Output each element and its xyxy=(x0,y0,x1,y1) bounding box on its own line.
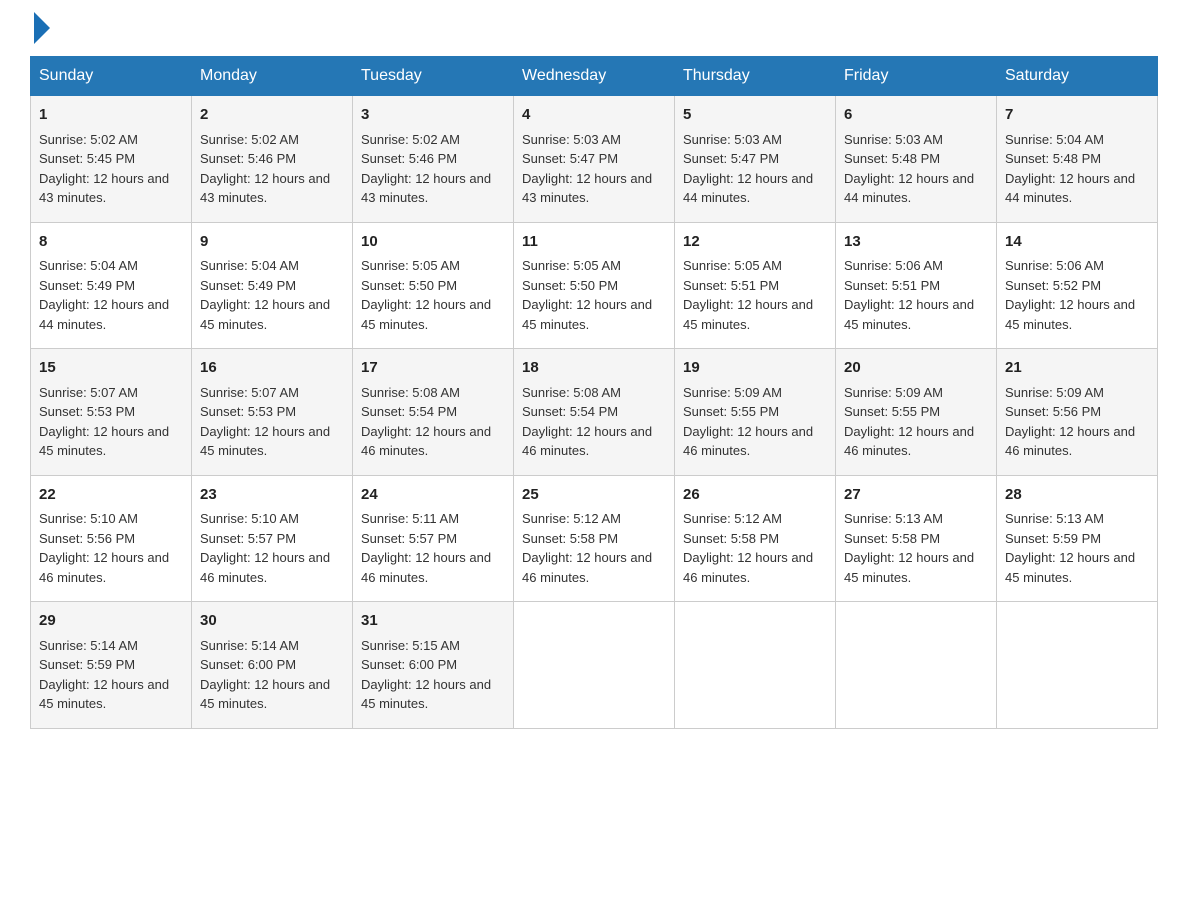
calendar-day-cell: 20Sunrise: 5:09 AMSunset: 5:55 PMDayligh… xyxy=(836,349,997,476)
day-number: 12 xyxy=(683,231,827,254)
day-number: 1 xyxy=(39,104,183,127)
day-number: 17 xyxy=(361,357,505,380)
calendar-day-cell: 13Sunrise: 5:06 AMSunset: 5:51 PMDayligh… xyxy=(836,222,997,349)
day-number: 16 xyxy=(200,357,344,380)
calendar-day-cell: 15Sunrise: 5:07 AMSunset: 5:53 PMDayligh… xyxy=(31,349,192,476)
day-number: 3 xyxy=(361,104,505,127)
day-number: 10 xyxy=(361,231,505,254)
day-number: 26 xyxy=(683,484,827,507)
day-number: 15 xyxy=(39,357,183,380)
day-number: 2 xyxy=(200,104,344,127)
day-number: 8 xyxy=(39,231,183,254)
calendar-header-sunday: Sunday xyxy=(31,57,192,96)
calendar-day-cell: 3Sunrise: 5:02 AMSunset: 5:46 PMDaylight… xyxy=(353,96,514,223)
logo xyxy=(30,20,50,36)
day-number: 24 xyxy=(361,484,505,507)
day-number: 28 xyxy=(1005,484,1149,507)
calendar-day-cell: 25Sunrise: 5:12 AMSunset: 5:58 PMDayligh… xyxy=(514,475,675,602)
calendar-day-cell: 4Sunrise: 5:03 AMSunset: 5:47 PMDaylight… xyxy=(514,96,675,223)
calendar-day-cell: 16Sunrise: 5:07 AMSunset: 5:53 PMDayligh… xyxy=(192,349,353,476)
calendar-day-cell: 2Sunrise: 5:02 AMSunset: 5:46 PMDaylight… xyxy=(192,96,353,223)
calendar-day-cell xyxy=(997,602,1158,729)
calendar-header-wednesday: Wednesday xyxy=(514,57,675,96)
calendar-week-row: 29Sunrise: 5:14 AMSunset: 5:59 PMDayligh… xyxy=(31,602,1158,729)
logo-arrow-icon xyxy=(34,12,50,44)
calendar-day-cell: 1Sunrise: 5:02 AMSunset: 5:45 PMDaylight… xyxy=(31,96,192,223)
calendar-day-cell: 9Sunrise: 5:04 AMSunset: 5:49 PMDaylight… xyxy=(192,222,353,349)
calendar-day-cell: 26Sunrise: 5:12 AMSunset: 5:58 PMDayligh… xyxy=(675,475,836,602)
calendar-day-cell: 10Sunrise: 5:05 AMSunset: 5:50 PMDayligh… xyxy=(353,222,514,349)
day-number: 29 xyxy=(39,610,183,633)
day-number: 25 xyxy=(522,484,666,507)
calendar-day-cell: 17Sunrise: 5:08 AMSunset: 5:54 PMDayligh… xyxy=(353,349,514,476)
calendar-table: SundayMondayTuesdayWednesdayThursdayFrid… xyxy=(30,56,1158,729)
calendar-day-cell xyxy=(675,602,836,729)
calendar-header-monday: Monday xyxy=(192,57,353,96)
calendar-header-saturday: Saturday xyxy=(997,57,1158,96)
calendar-day-cell: 29Sunrise: 5:14 AMSunset: 5:59 PMDayligh… xyxy=(31,602,192,729)
day-number: 27 xyxy=(844,484,988,507)
day-number: 20 xyxy=(844,357,988,380)
calendar-header-friday: Friday xyxy=(836,57,997,96)
day-number: 4 xyxy=(522,104,666,127)
calendar-header-tuesday: Tuesday xyxy=(353,57,514,96)
page-header xyxy=(30,20,1158,36)
day-number: 9 xyxy=(200,231,344,254)
calendar-day-cell: 23Sunrise: 5:10 AMSunset: 5:57 PMDayligh… xyxy=(192,475,353,602)
calendar-day-cell: 19Sunrise: 5:09 AMSunset: 5:55 PMDayligh… xyxy=(675,349,836,476)
calendar-day-cell: 7Sunrise: 5:04 AMSunset: 5:48 PMDaylight… xyxy=(997,96,1158,223)
calendar-day-cell: 8Sunrise: 5:04 AMSunset: 5:49 PMDaylight… xyxy=(31,222,192,349)
calendar-week-row: 1Sunrise: 5:02 AMSunset: 5:45 PMDaylight… xyxy=(31,96,1158,223)
calendar-day-cell: 22Sunrise: 5:10 AMSunset: 5:56 PMDayligh… xyxy=(31,475,192,602)
calendar-week-row: 22Sunrise: 5:10 AMSunset: 5:56 PMDayligh… xyxy=(31,475,1158,602)
day-number: 11 xyxy=(522,231,666,254)
calendar-day-cell: 21Sunrise: 5:09 AMSunset: 5:56 PMDayligh… xyxy=(997,349,1158,476)
calendar-day-cell: 14Sunrise: 5:06 AMSunset: 5:52 PMDayligh… xyxy=(997,222,1158,349)
day-number: 6 xyxy=(844,104,988,127)
calendar-week-row: 8Sunrise: 5:04 AMSunset: 5:49 PMDaylight… xyxy=(31,222,1158,349)
day-number: 13 xyxy=(844,231,988,254)
day-number: 5 xyxy=(683,104,827,127)
day-number: 7 xyxy=(1005,104,1149,127)
calendar-week-row: 15Sunrise: 5:07 AMSunset: 5:53 PMDayligh… xyxy=(31,349,1158,476)
calendar-day-cell: 5Sunrise: 5:03 AMSunset: 5:47 PMDaylight… xyxy=(675,96,836,223)
calendar-day-cell: 30Sunrise: 5:14 AMSunset: 6:00 PMDayligh… xyxy=(192,602,353,729)
calendar-day-cell: 24Sunrise: 5:11 AMSunset: 5:57 PMDayligh… xyxy=(353,475,514,602)
calendar-day-cell xyxy=(514,602,675,729)
calendar-day-cell: 6Sunrise: 5:03 AMSunset: 5:48 PMDaylight… xyxy=(836,96,997,223)
calendar-day-cell: 27Sunrise: 5:13 AMSunset: 5:58 PMDayligh… xyxy=(836,475,997,602)
day-number: 19 xyxy=(683,357,827,380)
day-number: 14 xyxy=(1005,231,1149,254)
day-number: 18 xyxy=(522,357,666,380)
calendar-day-cell: 12Sunrise: 5:05 AMSunset: 5:51 PMDayligh… xyxy=(675,222,836,349)
calendar-header-thursday: Thursday xyxy=(675,57,836,96)
day-number: 21 xyxy=(1005,357,1149,380)
day-number: 31 xyxy=(361,610,505,633)
calendar-day-cell: 31Sunrise: 5:15 AMSunset: 6:00 PMDayligh… xyxy=(353,602,514,729)
calendar-day-cell: 11Sunrise: 5:05 AMSunset: 5:50 PMDayligh… xyxy=(514,222,675,349)
calendar-day-cell xyxy=(836,602,997,729)
calendar-day-cell: 28Sunrise: 5:13 AMSunset: 5:59 PMDayligh… xyxy=(997,475,1158,602)
day-number: 30 xyxy=(200,610,344,633)
calendar-header-row: SundayMondayTuesdayWednesdayThursdayFrid… xyxy=(31,57,1158,96)
calendar-day-cell: 18Sunrise: 5:08 AMSunset: 5:54 PMDayligh… xyxy=(514,349,675,476)
day-number: 22 xyxy=(39,484,183,507)
day-number: 23 xyxy=(200,484,344,507)
